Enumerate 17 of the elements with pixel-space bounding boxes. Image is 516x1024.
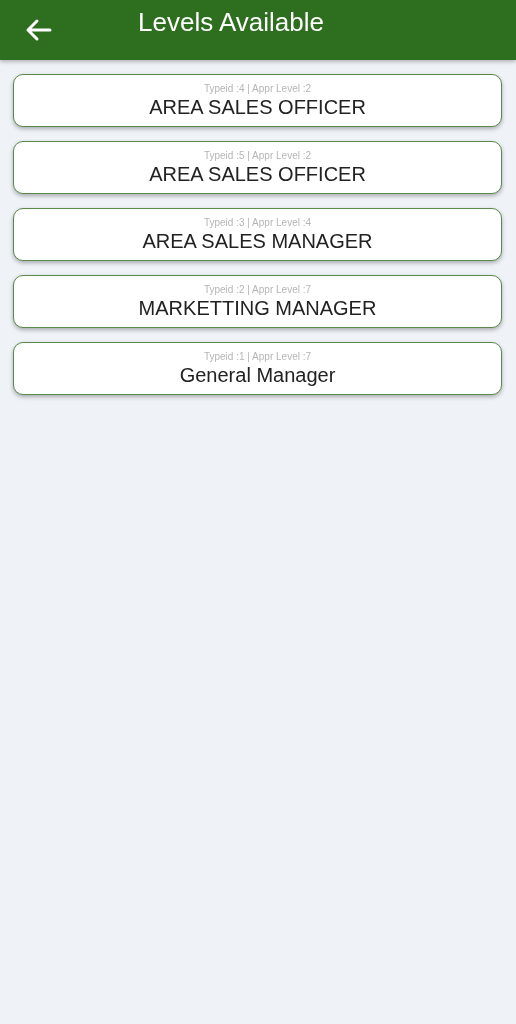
level-name: AREA SALES OFFICER (149, 161, 366, 186)
level-card[interactable]: Typeid :3 | Appr Level :4 AREA SALES MANAGER (13, 208, 502, 261)
type-info: Typeid :2 | Appr Level :7 (203, 283, 312, 296)
level-card[interactable]: Typeid :4 | Appr Level :2 AREA SALES OFFICER (13, 74, 502, 127)
level-card[interactable]: Typeid :1 | Appr Level :7 General Manager (13, 342, 502, 395)
type-info: Typeid :3 | Appr Level :4 (203, 216, 312, 229)
type-info: Typeid :1 | Appr Level :7 (203, 350, 312, 363)
level-card[interactable]: Typeid :2 | Appr Level :7 MARKETTING MANAGER (13, 275, 502, 328)
level-card[interactable]: Typeid :5 | Appr Level :2 AREA SALES OFFICER (13, 141, 502, 194)
level-name: AREA SALES MANAGER (142, 228, 373, 253)
screen-title: Levels Available (138, 6, 324, 38)
back-arrow-icon[interactable] (24, 18, 52, 42)
type-info: Typeid :5 | Appr Level :2 (203, 149, 312, 162)
type-info: Typeid :4 | Appr Level :2 (203, 82, 312, 95)
level-name: MARKETTING MANAGER (138, 295, 377, 320)
level-name: AREA SALES OFFICER (149, 94, 366, 119)
level-name: General Manager (179, 362, 336, 387)
